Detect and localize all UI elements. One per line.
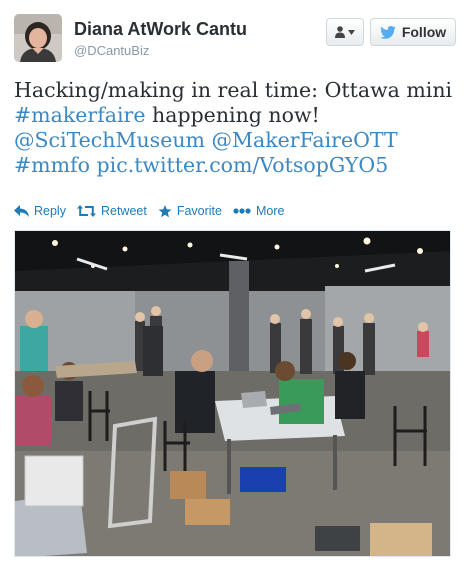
tweet-line-3: @SciTechMuseum @MakerFaireOTT — [14, 128, 458, 153]
tweet-actions: Reply Retweet Favorite More — [14, 202, 295, 220]
more-label: More — [255, 204, 285, 218]
favorite-label: Favorite — [176, 204, 222, 218]
reply-icon — [14, 205, 29, 217]
tweet-header: Diana AtWork Cantu @DCantuBiz Follow — [14, 14, 456, 64]
media-link[interactable]: pic.twitter.com/VotsopGYO5 — [97, 153, 389, 177]
follow-button[interactable]: Follow — [370, 18, 456, 46]
retweet-icon — [76, 205, 96, 217]
hashtag-link[interactable]: #makerfaire — [14, 103, 146, 127]
user-display-name[interactable]: Diana AtWork Cantu — [74, 19, 247, 40]
star-icon — [158, 204, 172, 217]
chevron-down-icon — [348, 29, 355, 35]
retweet-label: Retweet — [100, 204, 147, 218]
mention-link[interactable]: @SciTechMuseum — [14, 128, 205, 152]
avatar[interactable] — [14, 14, 62, 62]
tweet-text-segment: happening now! — [145, 103, 320, 127]
tweet-text: Hacking/making in real time: Ottawa mini… — [14, 78, 458, 178]
tweet-photo[interactable] — [14, 230, 451, 557]
hashtag-link[interactable]: #mmfo — [14, 153, 90, 177]
mention-link[interactable]: @MakerFaireOTT — [212, 128, 398, 152]
follow-label: Follow — [401, 24, 447, 40]
reply-button[interactable]: Reply — [14, 204, 66, 218]
tweet-line-2: #makerfaire happening now! — [14, 103, 458, 128]
twitter-bird-icon — [380, 25, 396, 39]
retweet-button[interactable]: Retweet — [76, 204, 147, 218]
user-handle[interactable]: @DCantuBiz — [74, 43, 149, 58]
favorite-button[interactable]: Favorite — [158, 204, 222, 218]
user-actions-dropdown-button[interactable] — [326, 18, 364, 46]
tweet-line-1: Hacking/making in real time: Ottawa mini — [14, 78, 458, 103]
more-dots-icon — [233, 208, 251, 214]
reply-label: Reply — [34, 204, 66, 218]
more-button[interactable]: More — [233, 204, 284, 218]
tweet-line-4: #mmfo pic.twitter.com/VotsopGYO5 — [14, 153, 458, 178]
person-icon — [335, 26, 345, 38]
tweet-text-segment: Hacking/making in real time: Ottawa mini — [14, 78, 453, 102]
